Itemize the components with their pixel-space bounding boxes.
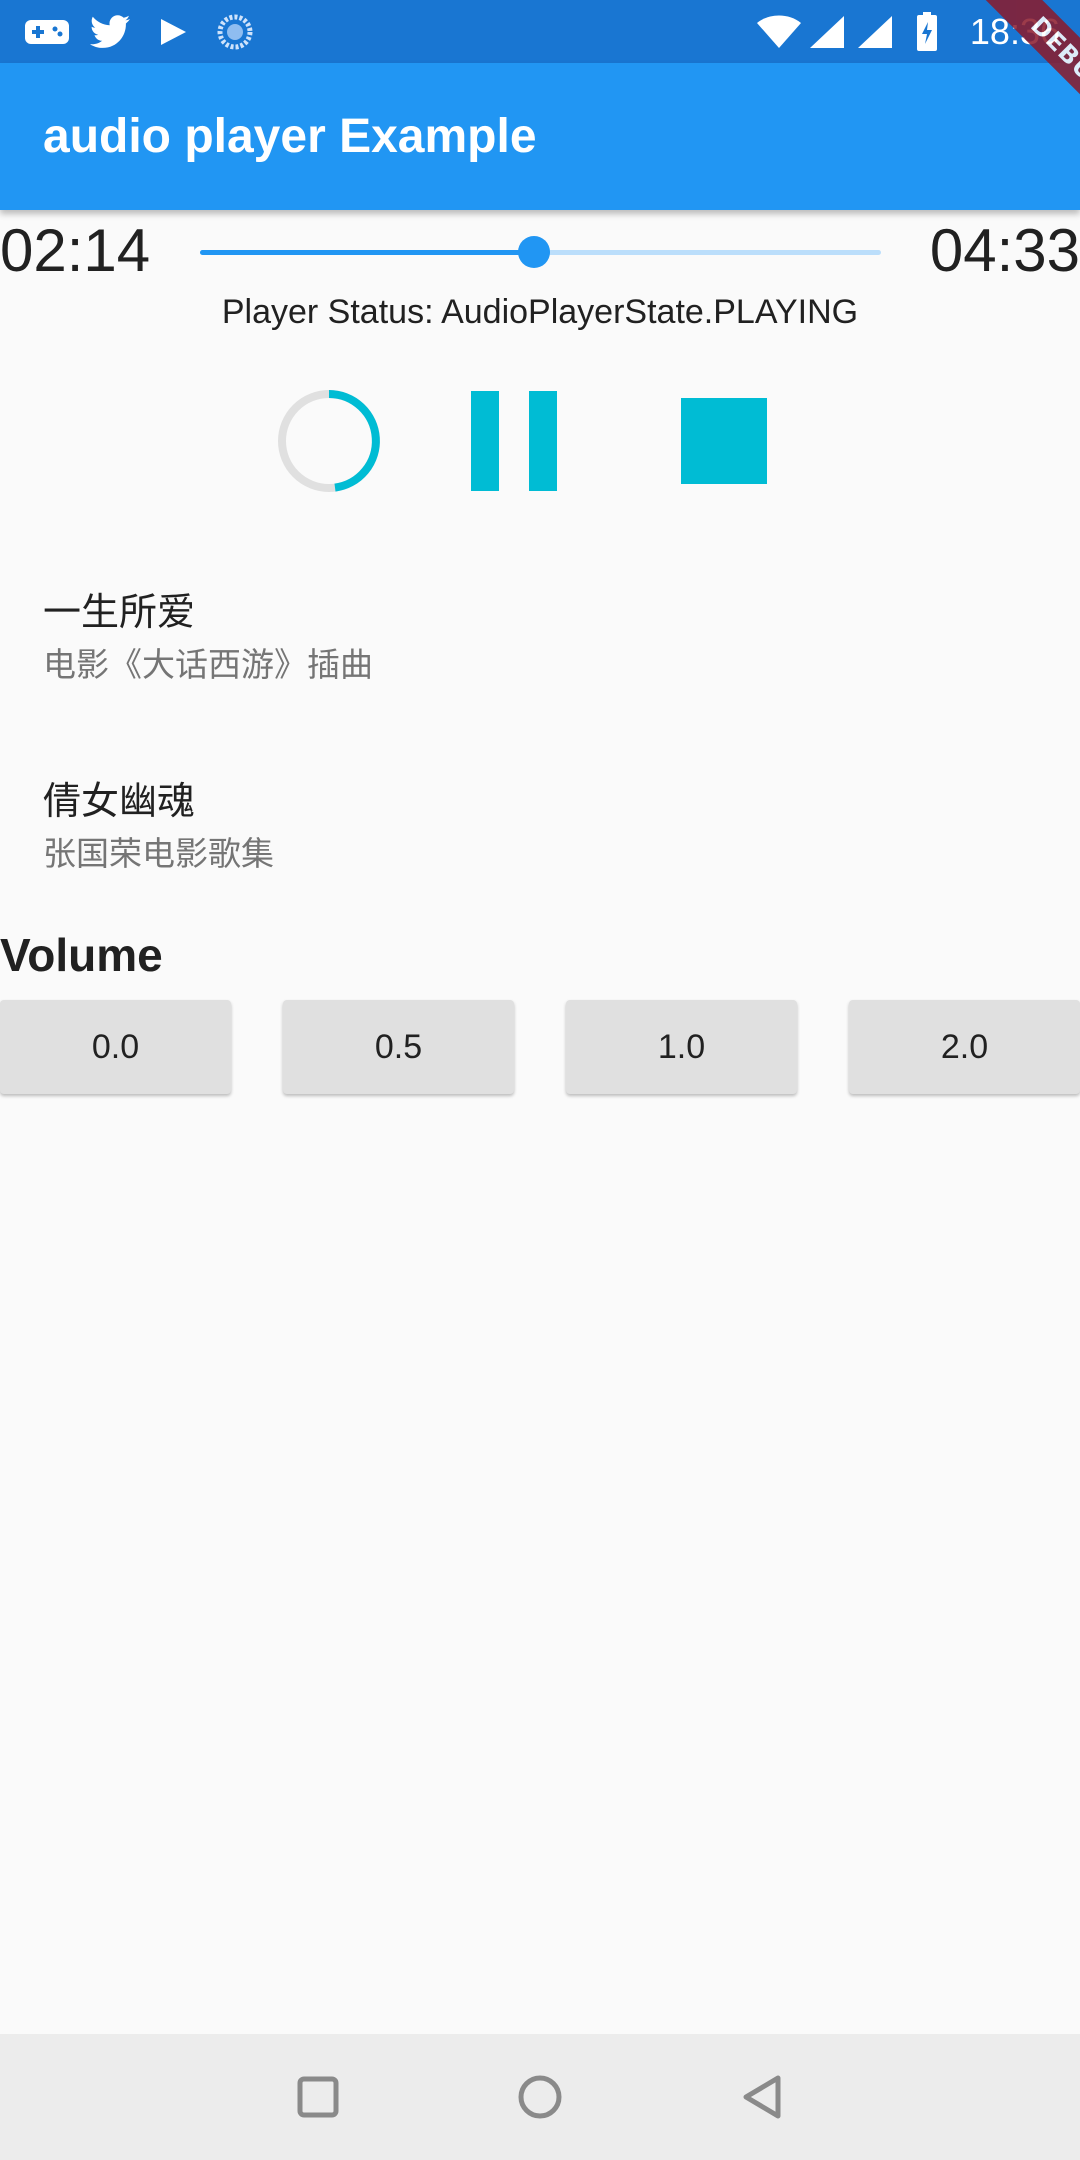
play-store-icon [158,0,188,63]
list-item[interactable]: 一生所爱 电影《大话西游》插曲 [43,585,943,688]
pause-icon [471,391,557,491]
home-icon [518,2075,562,2119]
status-bar: 18:36 [0,0,1080,63]
progress-slider[interactable] [200,236,881,268]
slider-active-track [200,250,534,255]
volume-button-0-5[interactable]: 0.5 [283,1000,514,1094]
recents-icon [297,2076,339,2118]
gamepad-icon [24,0,70,63]
wifi-icon [756,0,802,63]
stop-icon [681,398,767,484]
track-title: 一生所爱 [43,590,196,634]
player-status: Player Status: AudioPlayerState.PLAYING [221,293,859,331]
list-item[interactable]: 倩女幽魂 张国荣电影歌集 [43,774,943,877]
loading-spinner-icon [276,388,382,498]
current-position: 02:14 [0,217,151,284]
app-bar: audio player Example [0,63,1080,210]
cell-signal-icon [808,0,846,63]
sync-icon [216,0,254,63]
recents-button[interactable] [278,2034,358,2160]
volume-heading: Volume [0,929,163,981]
cell-signal-icon [856,0,894,63]
home-button[interactable] [500,2034,580,2160]
track-title: 倩女幽魂 [43,779,196,823]
slider-thumb[interactable] [517,236,550,268]
status-time: 18:36 [969,11,1060,52]
back-button[interactable] [722,2034,802,2160]
page-title: audio player Example [43,110,537,163]
track-duration: 04:33 [929,217,1080,284]
volume-button-0[interactable]: 0.0 [0,1000,231,1094]
track-subtitle: 电影《大话西游》插曲 [43,645,373,684]
stop-button[interactable] [681,398,767,488]
battery-charging-icon [916,0,938,63]
pause-button[interactable] [471,391,557,495]
navigation-bar [0,2034,1080,2160]
volume-button-2[interactable]: 2.0 [849,1000,1080,1094]
back-icon [743,2075,781,2119]
volume-button-1[interactable]: 1.0 [566,1000,797,1094]
track-subtitle: 张国荣电影歌集 [43,834,274,873]
twitter-icon [90,0,132,63]
